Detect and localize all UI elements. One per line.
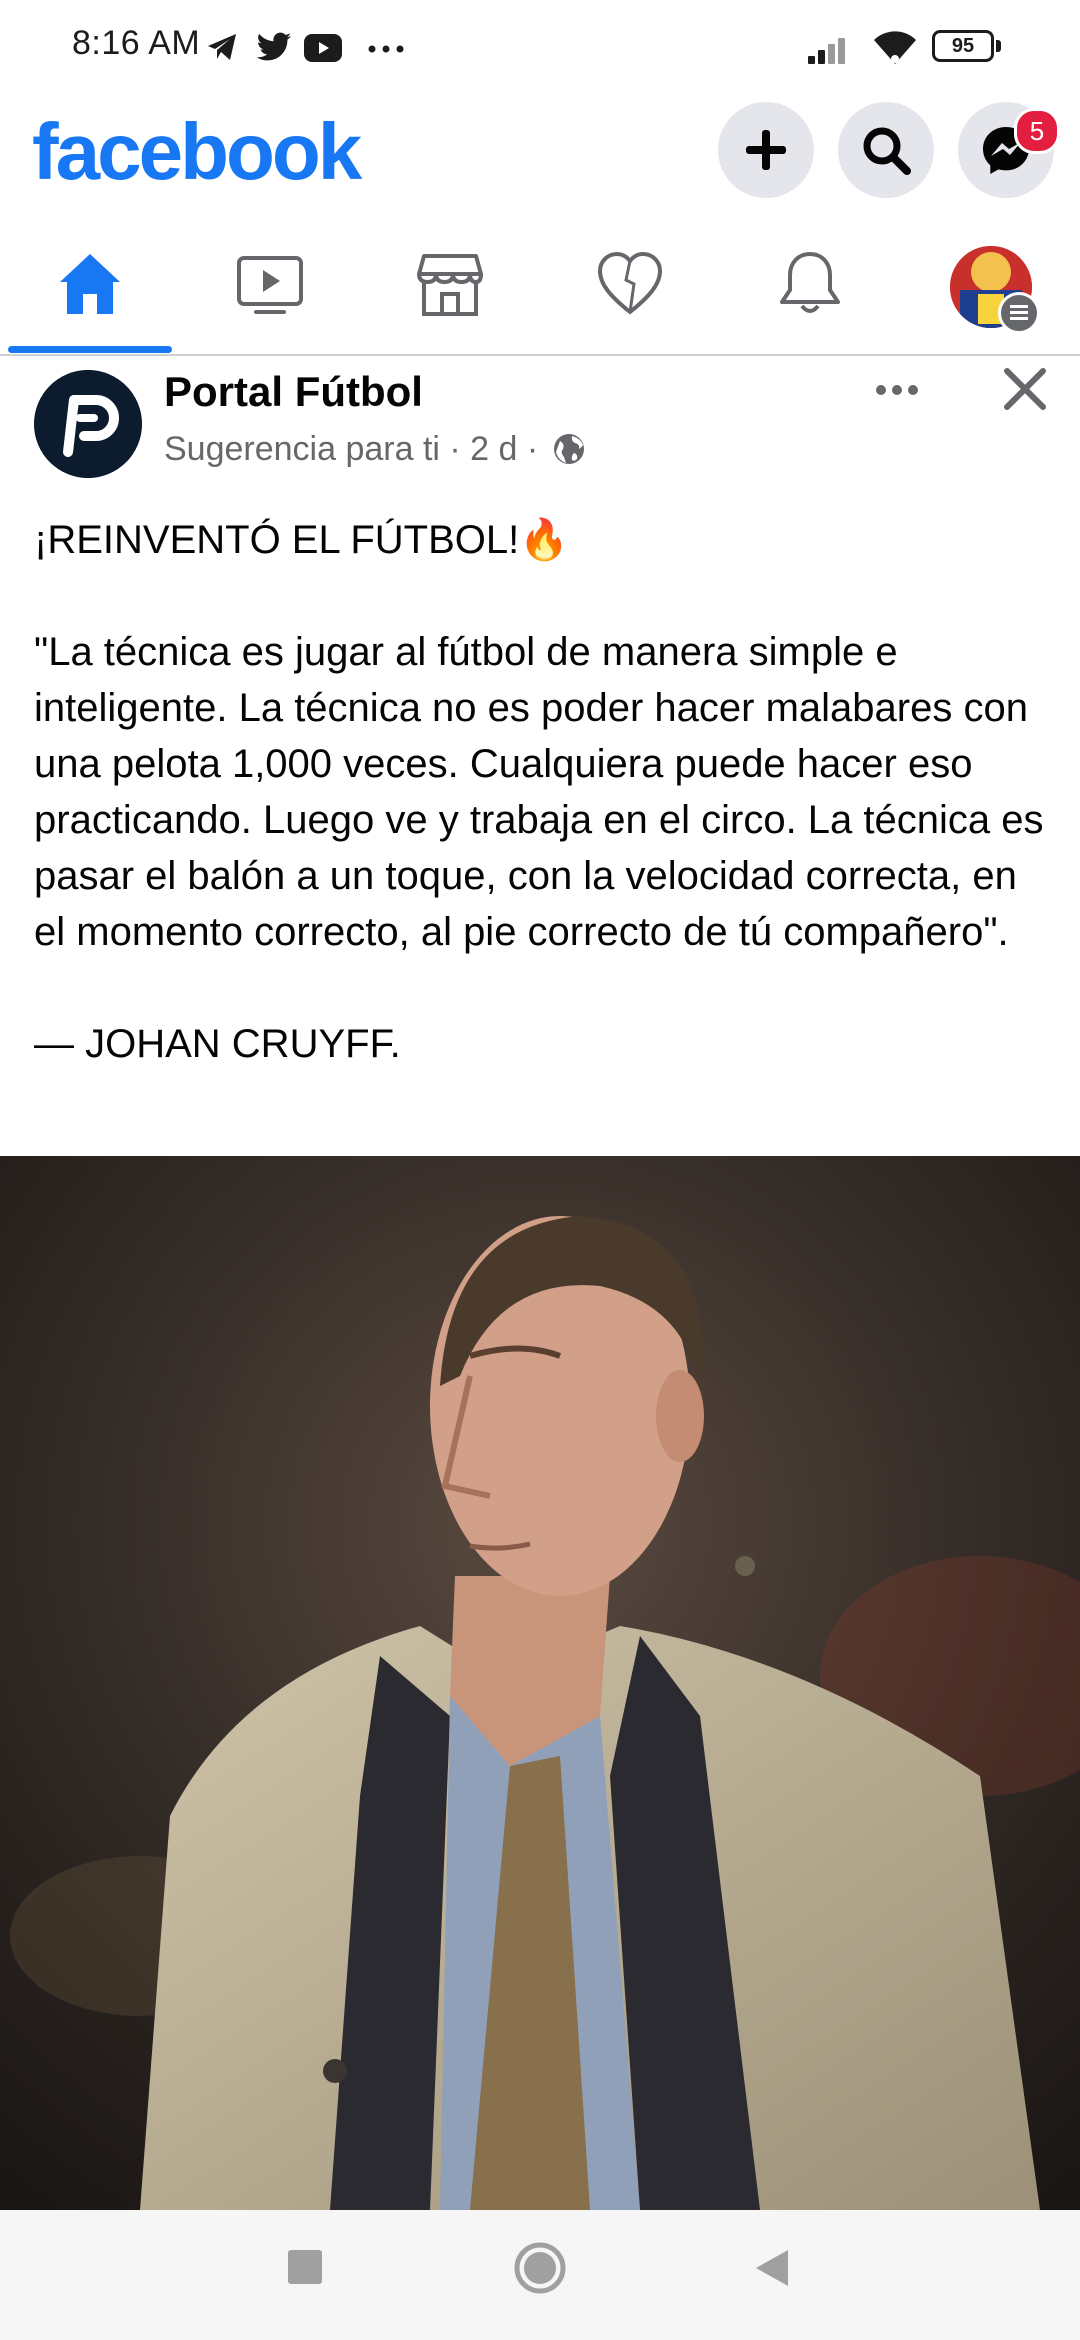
home-button-icon[interactable] (512, 2240, 568, 2296)
post-photo[interactable] (0, 1156, 1080, 2210)
facebook-logo[interactable]: facebook (32, 104, 362, 200)
back-button-icon[interactable] (752, 2246, 792, 2290)
more-horizontal-icon (876, 385, 918, 395)
post-text: ¡REINVENTÓ EL FÚTBOL!🔥 "La técnica es ju… (34, 512, 1054, 1072)
globe-icon (553, 434, 584, 464)
search-button[interactable] (838, 102, 934, 198)
battery-tip (996, 40, 1001, 52)
create-button[interactable] (718, 102, 814, 198)
battery-indicator: 95 (932, 30, 994, 62)
portal-futbol-logo-icon (34, 370, 142, 478)
marketplace-icon (417, 254, 483, 316)
messenger-badge: 5 (1014, 108, 1060, 154)
plus-icon (746, 130, 786, 170)
hamburger-lines (1010, 305, 1028, 320)
youtube-icon (304, 34, 342, 62)
app-screen: 8:16 AM 95 facebook 5 Portal Fútbol Suge… (0, 0, 1080, 2340)
tab-dating[interactable] (540, 236, 720, 354)
post-quote: "La técnica es jugar al fútbol de manera… (34, 630, 1044, 954)
post-headline: ¡REINVENTÓ EL FÚTBOL!🔥 (34, 518, 570, 562)
heart-icon (597, 251, 663, 315)
search-icon (863, 127, 911, 175)
post-meta-text: Sugerencia para ti · 2 d · (164, 430, 539, 468)
more-notifications-icon (368, 45, 404, 53)
status-bar: 8:16 AM 95 (0, 0, 1080, 96)
status-time: 8:16 AM (72, 24, 201, 62)
wifi-icon (874, 31, 916, 64)
menu-icon[interactable] (998, 292, 1040, 334)
system-nav-bar (0, 2210, 1080, 2340)
tab-notifications[interactable] (720, 236, 900, 354)
post-meta: Sugerencia para ti · 2 d · (164, 430, 586, 469)
tab-bar (0, 236, 1080, 356)
tab-marketplace[interactable] (360, 236, 540, 354)
hide-post-button[interactable] (998, 362, 1052, 416)
signal-icon (808, 38, 845, 64)
page-name[interactable]: Portal Fútbol (164, 368, 423, 416)
tab-home[interactable] (0, 236, 180, 354)
video-icon (237, 256, 303, 314)
tab-watch[interactable] (180, 236, 360, 354)
post-photo-illustration (0, 1156, 1080, 2210)
bell-icon (780, 252, 840, 313)
telegram-icon (208, 34, 236, 60)
post-options-button[interactable] (870, 370, 924, 410)
page-avatar[interactable] (34, 370, 142, 478)
home-icon (60, 254, 120, 314)
twitter-icon (256, 32, 291, 61)
active-tab-indicator (8, 346, 172, 353)
recents-button-icon[interactable] (284, 2246, 326, 2288)
close-icon (1004, 368, 1046, 410)
post-author: — JOHAN CRUYFF. (34, 1022, 401, 1066)
